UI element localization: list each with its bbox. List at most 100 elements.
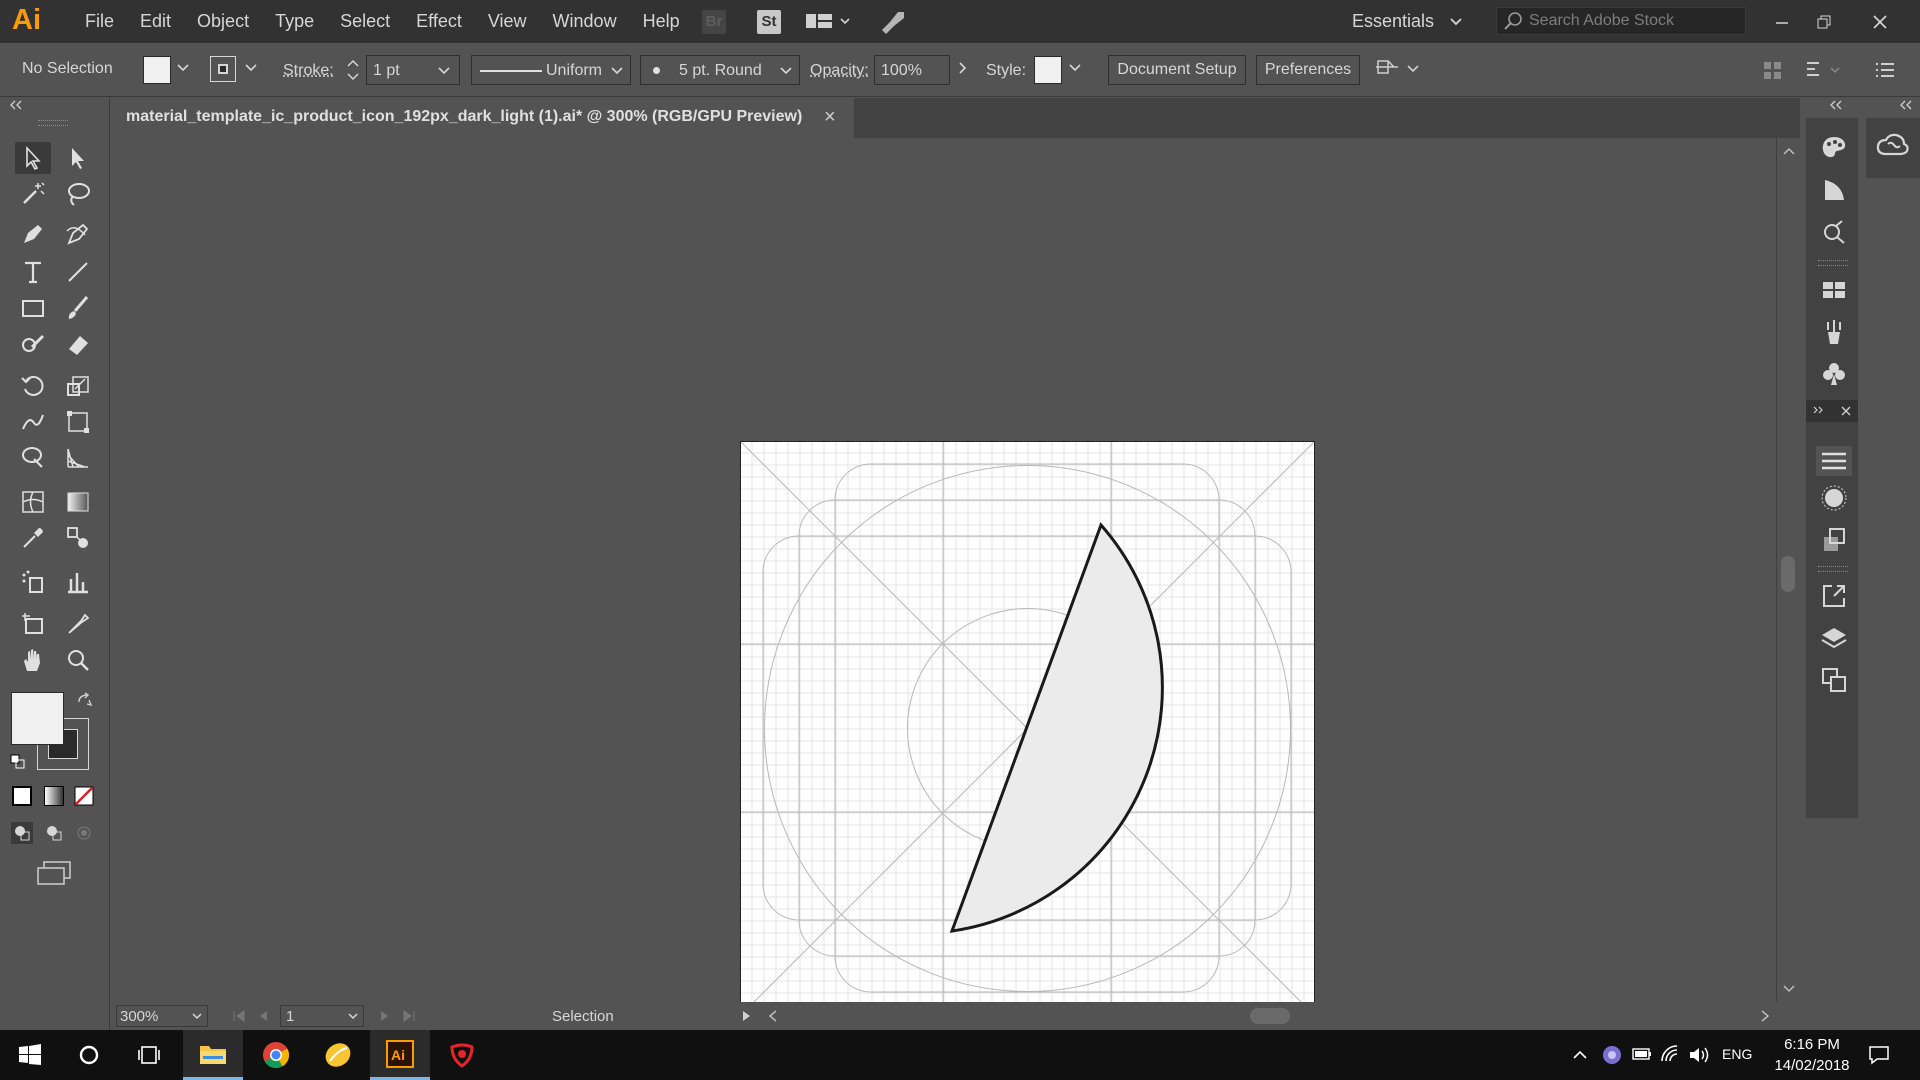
status-menu-icon[interactable] xyxy=(742,1010,752,1022)
slice-tool[interactable] xyxy=(60,608,96,640)
chrome-taskbar[interactable] xyxy=(246,1030,306,1080)
eyedropper-tool[interactable] xyxy=(15,522,51,554)
export-panel-button[interactable] xyxy=(1820,582,1848,610)
menu-effect[interactable]: Effect xyxy=(403,11,475,32)
menu-help[interactable]: Help xyxy=(630,11,693,32)
show-hidden-icons[interactable] xyxy=(1572,1048,1588,1060)
zoom-field[interactable]: 300% xyxy=(116,1005,208,1027)
line-segment-tool[interactable] xyxy=(60,256,96,288)
first-artboard-icon[interactable] xyxy=(232,1010,246,1022)
wifi-icon[interactable] xyxy=(1660,1044,1680,1064)
stroke-weight-field[interactable]: 1 pt xyxy=(366,55,460,85)
curvature-tool[interactable] xyxy=(60,218,96,250)
menu-file[interactable]: File xyxy=(72,11,127,32)
next-artboard-icon[interactable] xyxy=(380,1010,390,1022)
mesh-tool[interactable] xyxy=(15,486,51,518)
last-artboard-icon[interactable] xyxy=(402,1010,416,1022)
artboard-tool[interactable] xyxy=(15,608,51,640)
scale-tool[interactable] xyxy=(60,370,96,402)
chevron-down-icon[interactable] xyxy=(1068,61,1082,75)
none-mode-button[interactable] xyxy=(74,786,94,806)
eraser-tool[interactable] xyxy=(60,328,96,360)
scroll-left-icon[interactable] xyxy=(768,1010,778,1022)
warp-tool[interactable] xyxy=(15,406,51,438)
menu-type[interactable]: Type xyxy=(262,11,327,32)
restore-button[interactable] xyxy=(1804,0,1844,43)
direct-selection-tool[interactable] xyxy=(60,142,96,174)
expand-panels-icon[interactable] xyxy=(1828,100,1844,110)
stock-search-box[interactable] xyxy=(1496,7,1746,35)
volume-icon[interactable] xyxy=(1688,1045,1710,1065)
app-taskbar-yellow[interactable] xyxy=(308,1030,368,1080)
shaper-tool[interactable] xyxy=(15,328,51,360)
panel-grip[interactable] xyxy=(38,120,68,126)
document-tab[interactable]: material_template_ic_product_icon_192px_… xyxy=(112,98,854,138)
canvas[interactable] xyxy=(112,138,1776,1017)
workspace-switcher[interactable]: Essentials xyxy=(1352,0,1463,43)
zoom-tool[interactable] xyxy=(60,644,96,676)
gpu-performance-button[interactable] xyxy=(878,8,908,36)
file-explorer-taskbar[interactable] xyxy=(183,1030,243,1080)
color-guide-button[interactable] xyxy=(1820,176,1848,204)
hand-tool[interactable] xyxy=(15,644,51,676)
selection-tool[interactable] xyxy=(15,142,51,174)
bridge-button[interactable]: Br xyxy=(702,10,726,34)
opacity-field[interactable]: 100% xyxy=(874,55,950,85)
symbols-panel-button[interactable] xyxy=(1820,360,1848,388)
pen-tool[interactable] xyxy=(15,218,51,250)
close-window-button[interactable] xyxy=(1860,0,1900,43)
cc-libraries-button[interactable] xyxy=(1876,132,1910,160)
transparency-panel-button[interactable] xyxy=(1820,526,1848,554)
menu-window[interactable]: Window xyxy=(540,11,630,32)
lasso-tool[interactable] xyxy=(60,178,96,210)
color-mode-button[interactable] xyxy=(12,786,32,806)
menu-view[interactable]: View xyxy=(475,11,540,32)
scroll-up-icon[interactable] xyxy=(1782,146,1796,156)
stroke-stepper-icon[interactable] xyxy=(344,56,362,84)
scroll-right-icon[interactable] xyxy=(1760,1010,1770,1022)
task-view-button[interactable] xyxy=(119,1030,179,1080)
artboards-panel-button[interactable] xyxy=(1820,666,1848,694)
preferences-button[interactable]: Preferences xyxy=(1256,55,1360,85)
transform-icon[interactable] xyxy=(1804,59,1844,81)
minimize-button[interactable] xyxy=(1762,0,1802,43)
floating-panel-header[interactable] xyxy=(1806,400,1858,422)
fill-swatch[interactable] xyxy=(143,56,171,84)
layers-panel-button[interactable] xyxy=(1820,624,1848,652)
magic-wand-tool[interactable] xyxy=(15,178,51,210)
artboard-number-field[interactable]: 1 xyxy=(280,1005,364,1027)
half-circle-shape[interactable] xyxy=(949,522,1164,933)
gradient-tool[interactable] xyxy=(60,486,96,518)
vertical-scrollbar[interactable] xyxy=(1776,138,1800,1002)
battery-icon[interactable] xyxy=(1632,1046,1652,1062)
blend-tool[interactable] xyxy=(60,522,96,554)
document-setup-button[interactable]: Document Setup xyxy=(1108,55,1246,85)
start-button[interactable] xyxy=(0,1030,60,1080)
search-input[interactable] xyxy=(1529,10,1739,32)
type-tool[interactable] xyxy=(15,256,51,288)
shape-builder-tool[interactable] xyxy=(15,442,51,474)
menu-edit[interactable]: Edit xyxy=(127,11,184,32)
free-transform-tool[interactable] xyxy=(60,406,96,438)
action-center-icon[interactable] xyxy=(1868,1045,1890,1065)
perspective-grid-tool[interactable] xyxy=(60,442,96,474)
system-clock[interactable]: 6:16 PM 14/02/2018 xyxy=(1764,1034,1860,1076)
chevron-right-icon[interactable] xyxy=(956,61,970,75)
draw-normal-icon[interactable] xyxy=(11,822,33,844)
default-fill-stroke-icon[interactable] xyxy=(10,754,26,770)
panel-arrange-icon[interactable] xyxy=(1762,59,1784,81)
expand-panels-icon-2[interactable] xyxy=(1898,100,1914,110)
arrange-documents-button[interactable] xyxy=(805,11,851,33)
rotate-tool[interactable] xyxy=(15,370,51,402)
collapse-panel-icon[interactable] xyxy=(8,100,24,110)
paintbrush-tool[interactable] xyxy=(60,292,96,324)
appearance-panel-button[interactable] xyxy=(1820,484,1848,512)
stroke-chevron-icon[interactable] xyxy=(244,61,258,75)
close-tab-button[interactable]: × xyxy=(824,106,836,129)
panel-group-grip-2[interactable] xyxy=(1818,566,1848,572)
cortana-button[interactable] xyxy=(59,1030,119,1080)
graphic-style-swatch[interactable] xyxy=(1034,56,1062,84)
screen-mode-icon[interactable] xyxy=(36,860,72,886)
draw-inside-icon[interactable] xyxy=(75,824,93,842)
tray-app-icon[interactable] xyxy=(1602,1045,1622,1065)
